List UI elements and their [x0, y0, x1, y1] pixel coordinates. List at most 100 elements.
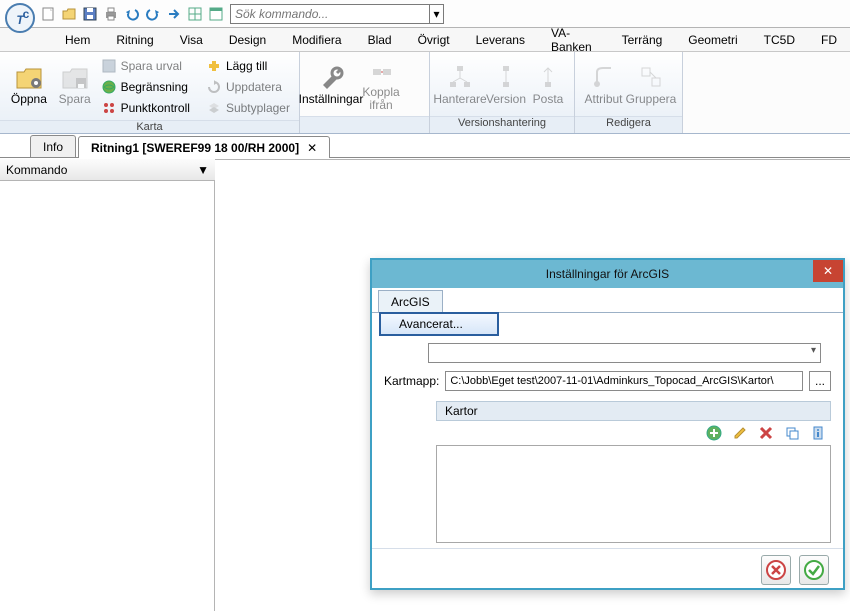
tab-ritning[interactable]: Ritning1 [SWEREF99 18 00/RH 2000]✕ [78, 136, 330, 158]
attribut-button[interactable]: Attribut [581, 54, 626, 114]
menu-geometri[interactable]: Geometri [675, 28, 750, 51]
koppla-button[interactable]: Koppla ifrån [356, 54, 406, 114]
refresh-icon [206, 79, 222, 95]
group-vers-label: Versionshantering [430, 116, 574, 133]
hanterare-label: Hanterare [433, 93, 486, 106]
edit-map-button[interactable] [731, 424, 749, 442]
advanced-menu-item[interactable]: Avancerat... [379, 312, 499, 336]
menu-vabanken[interactable]: VA-Banken [538, 28, 609, 51]
command-search-input[interactable] [230, 4, 430, 24]
attr-icon [588, 61, 620, 93]
command-search-dropdown[interactable]: ▾ [430, 4, 444, 24]
menu-bar: Hem Ritning Visa Design Modifiera Blad Ö… [0, 28, 850, 52]
grid-icon[interactable] [185, 4, 205, 24]
print-icon[interactable] [101, 4, 121, 24]
dialog-tabs: ArcGIS [372, 290, 843, 312]
advanced-label: Avancerat... [399, 317, 463, 331]
ribbon-group-karta: Öppna Spara Spara urval Begränsning Punk… [0, 52, 300, 133]
koppla-label: Koppla ifrån [358, 86, 404, 112]
window-icon[interactable] [206, 4, 226, 24]
gruppera-label: Gruppera [626, 93, 677, 106]
uppdatera-label: Uppdatera [226, 80, 282, 94]
browse-button[interactable]: ... [809, 371, 831, 391]
app-logo[interactable]: Tc [4, 2, 36, 34]
begransning-button[interactable]: Begränsning [98, 77, 193, 97]
menu-terrang[interactable]: Terräng [609, 28, 676, 51]
save-sel-icon [101, 58, 117, 74]
redo-icon[interactable] [143, 4, 163, 24]
menu-tc5d[interactable]: TC5D [751, 28, 808, 51]
add-map-button[interactable] [705, 424, 723, 442]
info-map-button[interactable] [809, 424, 827, 442]
close-icon[interactable]: ✕ [307, 141, 317, 155]
ok-button[interactable] [799, 555, 829, 585]
posta-label: Posta [533, 93, 564, 106]
kartor-group: Kartor [436, 401, 831, 543]
save-folder-icon [59, 61, 91, 93]
kommando-panel-header: Kommando ▼ [0, 159, 215, 181]
qat-icons [38, 4, 226, 24]
cancel-button[interactable] [761, 555, 791, 585]
installningar-button[interactable]: Inställningar [306, 54, 356, 114]
menu-visa[interactable]: Visa [167, 28, 216, 51]
group-karta-label: Karta [0, 120, 299, 133]
version-button[interactable]: Version [484, 54, 528, 114]
uppdatera-button[interactable]: Uppdatera [203, 77, 293, 97]
tab-info[interactable]: Info [30, 135, 76, 157]
dialog-title: Inställningar för ArcGIS [546, 267, 669, 281]
menu-blad[interactable]: Blad [355, 28, 405, 51]
kartmapp-input[interactable] [445, 371, 803, 391]
menu-modifiera[interactable]: Modifiera [279, 28, 354, 51]
subtyplager-button[interactable]: Subtyplager [203, 98, 293, 118]
dialog-tab-arcgis-label: ArcGIS [391, 295, 430, 309]
menu-design[interactable]: Design [216, 28, 279, 51]
group-settings-label [300, 116, 429, 133]
spara-urval-button[interactable]: Spara urval [98, 56, 193, 76]
delete-map-button[interactable] [757, 424, 775, 442]
menu-fd[interactable]: FD [808, 28, 850, 51]
forward-icon[interactable] [164, 4, 184, 24]
punktkontroll-label: Punktkontroll [121, 101, 190, 115]
installningar-label: Inställningar [299, 93, 364, 106]
lagg-till-button[interactable]: Lägg till [203, 56, 293, 76]
disconnect-icon [365, 56, 397, 86]
server-select[interactable] [428, 343, 821, 363]
version-label: Version [486, 93, 526, 106]
punktkontroll-button[interactable]: Punktkontroll [98, 98, 193, 118]
browse-label: ... [815, 374, 825, 388]
open-label: Öppna [11, 93, 47, 106]
save-button[interactable]: Spara [52, 54, 98, 114]
post-icon [532, 61, 564, 93]
dialog-footer [372, 548, 843, 590]
dialog-body: Avancerat... Kartmapp: ... Kartor [372, 312, 843, 548]
ribbon-group-redig: Attribut Gruppera Redigera [575, 52, 683, 133]
posta-button[interactable]: Posta [528, 54, 568, 114]
chevron-down-icon[interactable]: ▼ [197, 163, 209, 177]
add-icon [206, 58, 222, 74]
open-icon[interactable] [59, 4, 79, 24]
save-label: Spara [59, 93, 91, 106]
undo-icon[interactable] [122, 4, 142, 24]
begransning-label: Begränsning [121, 80, 188, 94]
ribbon: Öppna Spara Spara urval Begränsning Punk… [0, 52, 850, 134]
menu-leverans[interactable]: Leverans [463, 28, 538, 51]
hanterare-button[interactable]: Hanterare [436, 54, 484, 114]
kartor-list[interactable] [436, 445, 831, 543]
wrench-icon [315, 61, 347, 93]
branch-icon [490, 61, 522, 93]
menu-ovrigt[interactable]: Övrigt [405, 28, 463, 51]
dialog-tab-arcgis[interactable]: ArcGIS [378, 290, 443, 312]
kartmapp-label: Kartmapp: [384, 374, 439, 388]
left-panel: Kommando ▼ [0, 159, 215, 611]
menu-hem[interactable]: Hem [52, 28, 103, 51]
dialog-close-button[interactable]: ✕ [813, 260, 843, 282]
new-icon[interactable] [38, 4, 58, 24]
open-button[interactable]: Öppna [6, 54, 52, 114]
group-redig-label: Redigera [575, 116, 682, 133]
save-icon[interactable] [80, 4, 100, 24]
copy-map-button[interactable] [783, 424, 801, 442]
arcgis-settings-dialog: Inställningar för ArcGIS ✕ ArcGIS Avance… [370, 258, 845, 590]
svg-text:c: c [23, 7, 30, 21]
menu-ritning[interactable]: Ritning [103, 28, 166, 51]
gruppera-button[interactable]: Gruppera [626, 54, 676, 114]
